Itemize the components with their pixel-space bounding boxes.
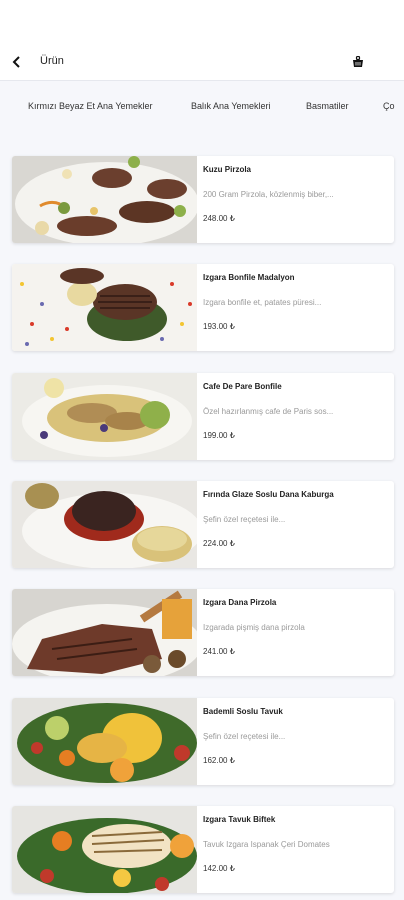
product-card[interactable]: Izgara Bonfile Madalyon Izgara bonfile e… (12, 264, 394, 351)
product-price: 199.00 ₺ (203, 431, 235, 440)
product-name: Cafe De Pare Bonfile (203, 382, 282, 391)
product-price: 224.00 ₺ (203, 539, 235, 548)
product-price: 193.00 ₺ (203, 322, 235, 331)
product-card[interactable]: Izgara Dana Pirzola Izgarada pişmiş dana… (12, 589, 394, 676)
product-card[interactable]: Bademli Soslu Tavuk Şefin özel reçetesi … (12, 698, 394, 785)
app-header: Ürün (0, 0, 404, 81)
page-title: Ürün (40, 55, 64, 67)
product-price: 142.00 ₺ (203, 864, 235, 873)
basket-button[interactable] (351, 55, 365, 69)
product-card[interactable]: Izgara Tavuk Biftek Tavuk Izgara Ispanak… (12, 806, 394, 893)
product-card[interactable]: Cafe De Pare Bonfile Özel hazırlanmış ca… (12, 373, 394, 460)
back-button[interactable] (10, 53, 24, 71)
product-price: 241.00 ₺ (203, 647, 235, 656)
grilled-chicken-image (12, 806, 197, 893)
chevron-left-icon (12, 56, 20, 68)
product-name: Izgara Tavuk Biftek (203, 815, 276, 824)
almond-chicken-image (12, 698, 197, 785)
product-description: 200 Gram Pirzola, közlenmiş biber,... (203, 190, 334, 199)
lamb-chops-image (12, 156, 197, 243)
product-card[interactable]: Kuzu Pirzola 200 Gram Pirzola, közlenmiş… (12, 156, 394, 243)
tenderloin-medallion-image (12, 264, 197, 351)
product-name: Izgara Dana Pirzola (203, 598, 277, 607)
tab-kirmizi-beyaz-et[interactable]: Kırmızı Beyaz Et Ana Yemekler (28, 101, 153, 111)
product-description: Izgarada pişmiş dana pirzola (203, 623, 305, 632)
product-description: Izgara bonfile et, patates püresi... (203, 298, 322, 307)
tab-basmatiler[interactable]: Basmatiler (306, 101, 349, 111)
tab-balik[interactable]: Balık Ana Yemekleri (191, 101, 271, 111)
basket-icon (353, 56, 363, 67)
tab-next-partial[interactable]: Ço (383, 101, 395, 111)
product-price: 248.00 ₺ (203, 214, 235, 223)
veal-chop-image (12, 589, 197, 676)
product-name: Izgara Bonfile Madalyon (203, 273, 295, 282)
beef-rib-image (12, 481, 197, 568)
product-card[interactable]: Fırında Glaze Soslu Dana Kaburga Şefin ö… (12, 481, 394, 568)
product-price: 162.00 ₺ (203, 756, 235, 765)
product-name: Bademli Soslu Tavuk (203, 707, 283, 716)
product-name: Fırında Glaze Soslu Dana Kaburga (203, 490, 334, 499)
product-name: Kuzu Pirzola (203, 165, 252, 174)
product-description: Şefin özel reçetesi ile... (203, 732, 286, 741)
product-description: Özel hazırlanmış cafe de Paris sos... (203, 407, 334, 416)
cafe-de-paris-image (12, 373, 197, 460)
product-description: Şefin özel reçetesi ile... (203, 515, 286, 524)
product-description: Tavuk Izgara Ispanak Çeri Domates (203, 840, 330, 849)
category-tabs: Kırmızı Beyaz Et Ana Yemekler Balık Ana … (0, 89, 404, 125)
